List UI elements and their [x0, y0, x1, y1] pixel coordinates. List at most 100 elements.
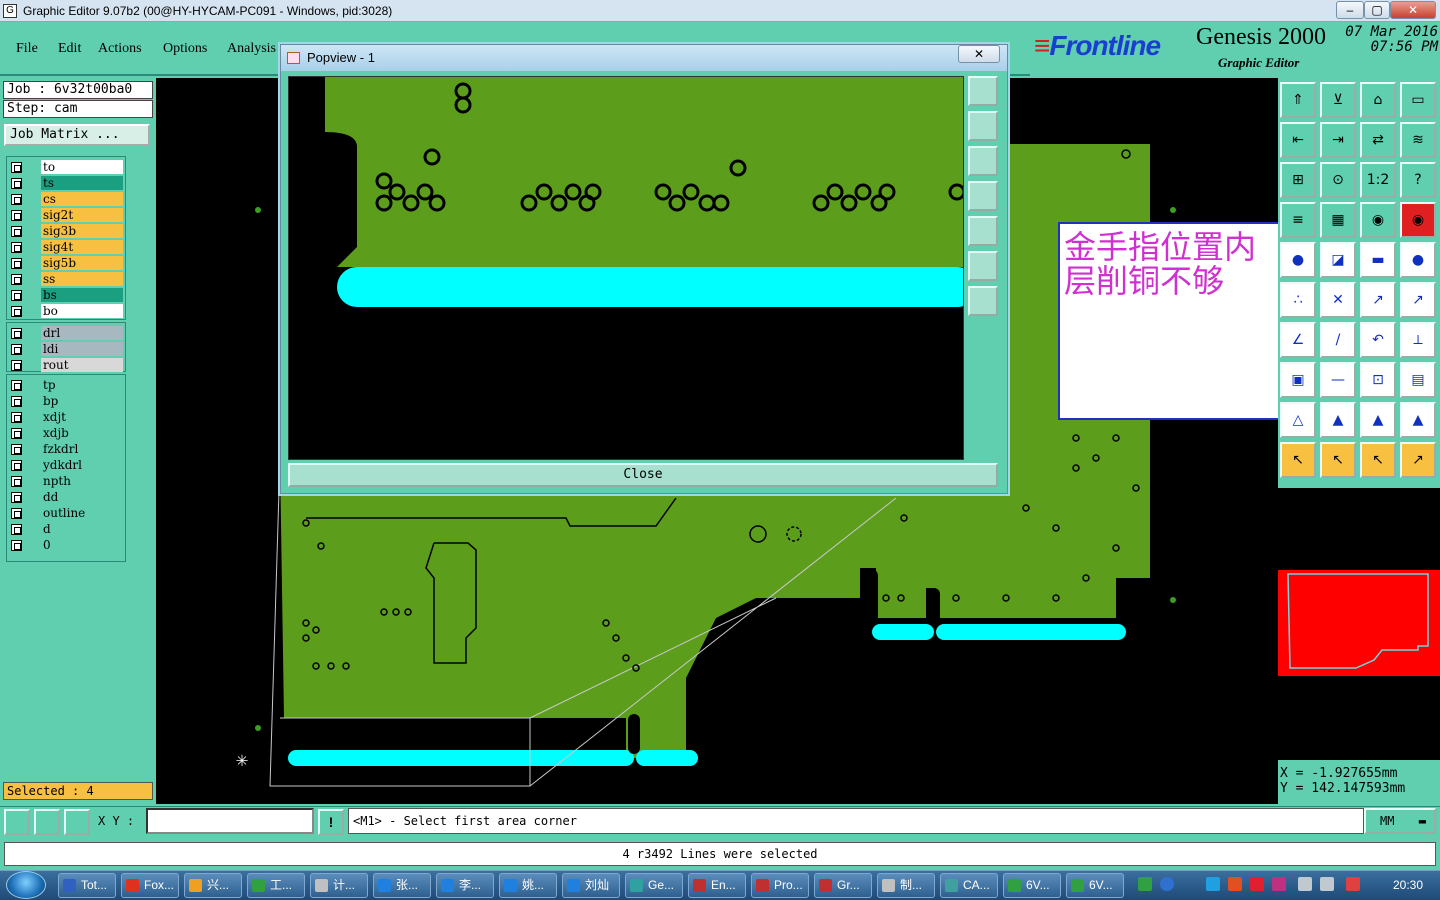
arrow2-icon[interactable]: ↗: [1400, 282, 1436, 318]
layer-name[interactable]: cs: [41, 192, 123, 206]
minus-icon[interactable]: —: [1320, 362, 1356, 398]
layer-name[interactable]: npth: [41, 474, 123, 488]
layer-name[interactable]: xdjt: [41, 410, 123, 424]
layer-checkbox[interactable]: [11, 210, 22, 221]
layer-checkbox[interactable]: [11, 540, 22, 551]
monitor-icon[interactable]: [1298, 877, 1312, 891]
layer-row[interactable]: sig2t: [7, 207, 125, 223]
close-window-button[interactable]: ✕: [1390, 1, 1436, 19]
popview-close-button[interactable]: Close: [288, 463, 998, 487]
layer-checkbox[interactable]: [11, 226, 22, 237]
layer-name[interactable]: sig2t: [41, 208, 123, 222]
minimap[interactable]: [1278, 488, 1440, 760]
tray-icon[interactable]: [1228, 877, 1242, 891]
help-icon[interactable]: [1160, 877, 1174, 891]
save-icon[interactable]: ⊻: [1320, 82, 1356, 118]
zoom-area-icon[interactable]: [4, 809, 30, 835]
window-icon[interactable]: ▭: [1400, 82, 1436, 118]
center-icon[interactable]: ⊙: [1320, 162, 1356, 198]
layer-name[interactable]: bp: [41, 394, 123, 408]
layer-row[interactable]: rout: [7, 357, 125, 373]
taskbar-item[interactable]: 6V...: [1066, 873, 1124, 898]
arc2-icon[interactable]: ▲: [1400, 402, 1436, 438]
node-icon[interactable]: ∴: [1280, 282, 1316, 318]
layer-checkbox[interactable]: [11, 476, 22, 487]
slope-icon[interactable]: /: [1320, 322, 1356, 358]
minimize-button[interactable]: –: [1336, 1, 1364, 19]
layers-icon[interactable]: ≡: [1280, 202, 1316, 238]
layer-name[interactable]: ldi: [41, 342, 123, 356]
layer-checkbox[interactable]: [11, 306, 22, 317]
maximize-button[interactable]: ▢: [1364, 1, 1390, 19]
menu-edit[interactable]: Edit: [58, 41, 81, 57]
taskbar-item[interactable]: 刘灿: [562, 873, 620, 898]
point-icon[interactable]: ●: [1280, 242, 1316, 278]
layer-checkbox[interactable]: [11, 444, 22, 455]
popview-zoom-out-button[interactable]: [968, 286, 998, 316]
layer-row[interactable]: bs: [7, 287, 125, 303]
arrow-icon[interactable]: ↗: [1360, 282, 1396, 318]
layer-checkbox[interactable]: [11, 460, 22, 471]
alert-icon[interactable]: !: [318, 809, 344, 835]
help-icon[interactable]: ?: [1400, 162, 1436, 198]
start-button[interactable]: [6, 871, 46, 899]
tray-icon[interactable]: [1250, 877, 1264, 891]
layer-checkbox[interactable]: [11, 492, 22, 503]
layer-row[interactable]: cs: [7, 191, 125, 207]
layer-name[interactable]: drl: [41, 326, 123, 340]
layer-checkbox[interactable]: [11, 396, 22, 407]
taskbar-item[interactable]: 张...: [373, 873, 431, 898]
layer-row[interactable]: npth: [7, 473, 125, 489]
layer-name[interactable]: sig4t: [41, 240, 123, 254]
undo-icon[interactable]: ↶: [1360, 322, 1396, 358]
layer-checkbox[interactable]: [11, 524, 22, 535]
layer-row[interactable]: tp: [7, 377, 125, 393]
network-app-icon[interactable]: [1206, 877, 1220, 891]
layer-row[interactable]: fzkdrl: [7, 441, 125, 457]
taskbar-item[interactable]: Ge...: [625, 873, 683, 898]
taskbar-item[interactable]: 李...: [436, 873, 494, 898]
angle-icon[interactable]: ∠: [1280, 322, 1316, 358]
circle-icon[interactable]: ●: [1400, 242, 1436, 278]
menu-file[interactable]: File: [16, 41, 38, 57]
layer-row[interactable]: bo: [7, 303, 125, 319]
resize-icon[interactable]: ⊡: [1360, 362, 1396, 398]
layer-checkbox[interactable]: [11, 412, 22, 423]
layer-name[interactable]: sig5b: [41, 256, 123, 270]
fit-icon[interactable]: ⊞: [1280, 162, 1316, 198]
popview-pan-down-button[interactable]: [968, 146, 998, 176]
layer-name[interactable]: to: [41, 160, 123, 174]
layer-checkbox[interactable]: [11, 178, 22, 189]
cross-icon[interactable]: ✕: [1320, 282, 1356, 318]
open-icon[interactable]: ⇑: [1280, 82, 1316, 118]
xy-input[interactable]: [146, 808, 314, 834]
layer-checkbox[interactable]: [11, 274, 22, 285]
layer-row[interactable]: sig5b: [7, 255, 125, 271]
layer-row[interactable]: d: [7, 521, 125, 537]
popview-zoom-in-button[interactable]: [968, 251, 998, 281]
layer-row[interactable]: bp: [7, 393, 125, 409]
grid-icon[interactable]: ▦: [1320, 202, 1356, 238]
layer-name[interactable]: fzkdrl: [41, 442, 123, 456]
taskbar-item[interactable]: 兴...: [184, 873, 242, 898]
import-icon[interactable]: ⇤: [1280, 122, 1316, 158]
select-multi-icon[interactable]: ↗: [1400, 442, 1436, 478]
taskbar-item[interactable]: 计...: [310, 873, 368, 898]
taskbar-item[interactable]: Gr...: [814, 873, 872, 898]
layer-checkbox[interactable]: [11, 328, 22, 339]
layer-name[interactable]: ss: [41, 272, 123, 286]
arc-icon[interactable]: ▲: [1360, 402, 1396, 438]
layer-checkbox[interactable]: [11, 290, 22, 301]
layer-name[interactable]: tp: [41, 378, 123, 392]
snap-grid-icon[interactable]: [64, 809, 90, 835]
taskbar-item[interactable]: CA...: [940, 873, 998, 898]
pads-alt-icon[interactable]: ◉: [1400, 202, 1436, 238]
popview-pan-right-button[interactable]: [968, 216, 998, 246]
layer-name[interactable]: d: [41, 522, 123, 536]
layer-checkbox[interactable]: [11, 380, 22, 391]
export-icon[interactable]: ⇥: [1320, 122, 1356, 158]
triangle-icon[interactable]: △: [1280, 402, 1316, 438]
ruler-icon[interactable]: ▬: [1360, 242, 1396, 278]
taskbar-item[interactable]: 制...: [877, 873, 935, 898]
taskbar-item[interactable]: Pro...: [751, 873, 809, 898]
